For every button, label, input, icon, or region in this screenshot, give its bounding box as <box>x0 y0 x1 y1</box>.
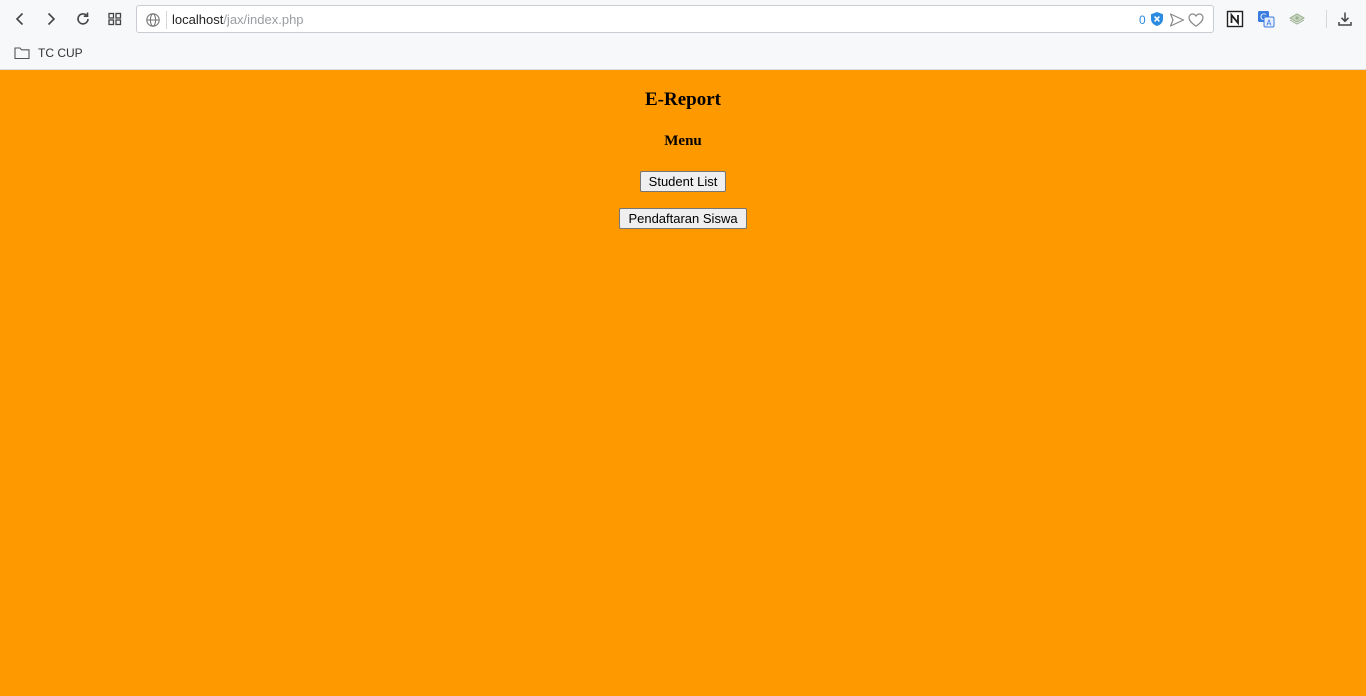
translate-extension-button[interactable]: GA <box>1256 9 1276 29</box>
page-body: E-Report Menu Student List Pendaftaran S… <box>0 70 1366 696</box>
url-host: localhost <box>172 12 224 27</box>
notion-icon <box>1226 10 1244 28</box>
money-icon <box>1288 13 1306 25</box>
folder-icon <box>14 47 30 60</box>
globe-icon <box>146 13 160 27</box>
bookmark-label: TC CUP <box>38 46 83 60</box>
address-bar[interactable]: localhost/jax/index.php 0 <box>136 5 1214 33</box>
browser-chrome: localhost/jax/index.php 0 GA TC CUP <box>0 0 1366 70</box>
browser-toolbar: localhost/jax/index.php 0 GA <box>0 0 1366 38</box>
cash-extension-button[interactable] <box>1287 9 1307 29</box>
speed-dial-button[interactable] <box>103 7 127 31</box>
toolbar-divider <box>1326 10 1327 28</box>
bookmarks-bar: TC CUP <box>0 38 1366 68</box>
address-divider <box>166 11 167 29</box>
translate-icon: GA <box>1258 11 1275 28</box>
download-icon <box>1338 12 1352 26</box>
student-list-button[interactable]: Student List <box>640 171 726 192</box>
forward-arrow-icon <box>47 12 56 26</box>
notion-extension-button[interactable] <box>1225 9 1245 29</box>
grid-icon <box>108 12 122 26</box>
shield-icon[interactable] <box>1149 11 1165 27</box>
url-path: /jax/index.php <box>223 12 304 27</box>
back-arrow-icon <box>15 12 24 26</box>
bookmark-heart-icon[interactable] <box>1187 11 1205 29</box>
back-button[interactable] <box>8 7 32 31</box>
url-text[interactable]: localhost/jax/index.php <box>172 11 304 29</box>
forward-button[interactable] <box>39 7 63 31</box>
menu-heading: Menu <box>664 133 702 149</box>
reload-button[interactable] <box>71 7 95 31</box>
reload-icon <box>77 12 89 25</box>
pendaftaran-siswa-button[interactable]: Pendaftaran Siswa <box>619 208 747 229</box>
blocked-count: 0 <box>1139 13 1146 27</box>
svg-text:A: A <box>1266 19 1272 28</box>
page-title: E-Report <box>645 89 721 110</box>
send-icon[interactable] <box>1168 11 1186 29</box>
downloads-button[interactable] <box>1335 9 1355 29</box>
bookmark-folder-tc-cup[interactable]: TC CUP <box>14 44 83 62</box>
